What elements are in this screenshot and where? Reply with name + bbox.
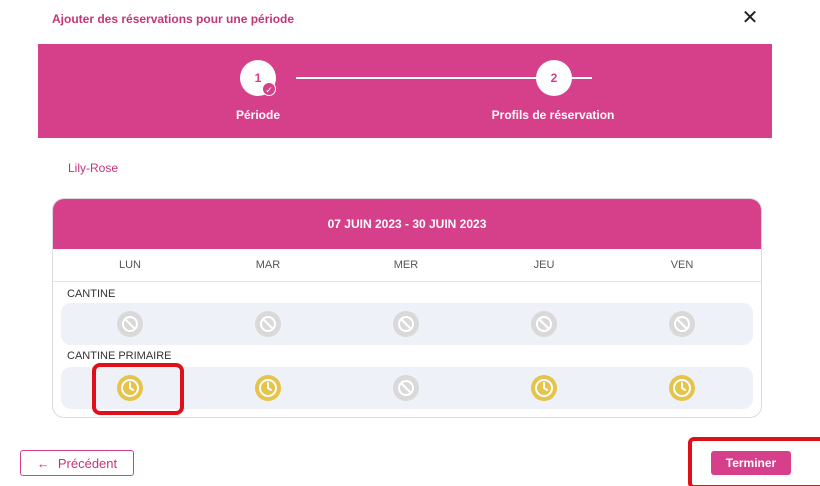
day-label-ven: VEN (670, 259, 694, 271)
day-label-mer: MER (393, 259, 419, 271)
clock-icon[interactable] (254, 374, 282, 402)
previous-button-label: Précédent (57, 455, 118, 471)
day-header-row: LUN MAR MER JEU VEN (53, 249, 761, 282)
unavailable-icon[interactable] (116, 310, 144, 338)
day-label-jeu: JEU (533, 259, 555, 271)
check-icon: ✓ (262, 82, 276, 96)
day-label-mar: MAR (255, 259, 281, 271)
step-1-number: 1 (254, 71, 262, 85)
day-label-lun: LUN (118, 259, 141, 271)
unavailable-icon[interactable] (392, 310, 420, 338)
clock-icon[interactable] (530, 374, 558, 402)
step-2-number: 2 (550, 71, 558, 85)
dialog-title: Ajouter des réservations pour une périod… (52, 12, 295, 26)
close-icon[interactable]: ✕ (740, 6, 760, 30)
calendar-period: 07 JUIN 2023 - 30 JUIN 2023 (327, 217, 487, 231)
unavailable-icon[interactable] (668, 310, 696, 338)
step-2-label: Profils de réservation (491, 108, 615, 122)
clock-icon[interactable] (668, 374, 696, 402)
step-2-circle: 2 (536, 60, 572, 96)
section-label-cantine-primaire: CANTINE PRIMAIRE (67, 350, 172, 362)
unavailable-icon[interactable] (392, 374, 420, 402)
finish-button[interactable]: Terminer (711, 451, 791, 475)
arrow-left-icon: ← (36, 455, 50, 471)
finish-button-label: Terminer (725, 456, 777, 470)
section-label-cantine: CANTINE (67, 288, 116, 300)
unavailable-icon[interactable] (530, 310, 558, 338)
step-1-label: Période (235, 108, 280, 122)
child-name: Lily-Rose (68, 161, 119, 175)
unavailable-icon[interactable] (254, 310, 282, 338)
previous-button[interactable]: ← Précédent (20, 450, 134, 476)
stepper: 1 ✓ 2 Période Profils de réservation (38, 44, 772, 138)
calendar-period-header: 07 JUIN 2023 - 30 JUIN 2023 (53, 199, 761, 249)
highlight-box-monday-slot (92, 363, 184, 415)
